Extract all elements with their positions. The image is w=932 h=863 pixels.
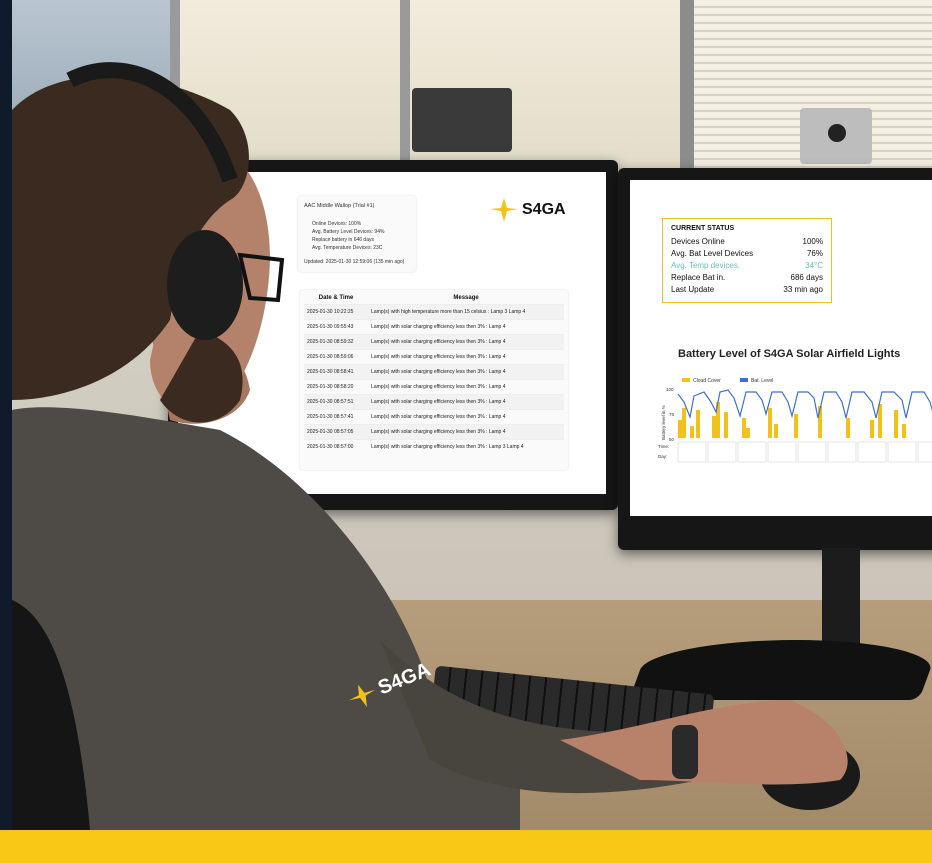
watch [672, 725, 698, 779]
headphone-cup [167, 230, 243, 340]
brand-yellow-band [0, 830, 932, 863]
person: S4GA [12, 62, 848, 830]
photo-scene: AAC Middle Wallop (Trial #1) Online Devi… [0, 0, 932, 830]
left-border [0, 0, 12, 830]
